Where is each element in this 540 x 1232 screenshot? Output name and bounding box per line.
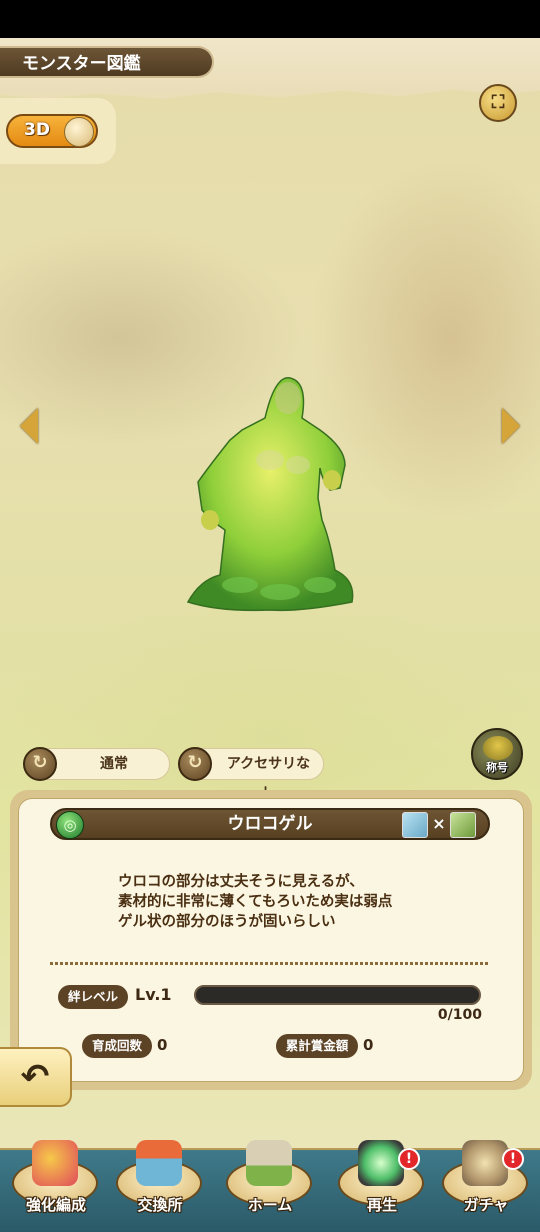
- nav-regenerate[interactable]: 再生 !: [336, 1140, 428, 1226]
- cycle-icon: ↻: [23, 747, 57, 781]
- combine-symbol: ×: [432, 814, 446, 833]
- nav-label: 強化編成: [25, 1196, 86, 1214]
- page-title: モンスター図鑑: [0, 46, 214, 78]
- back-arrow-icon: ↶: [20, 1057, 50, 1097]
- material-icon-1[interactable]: [402, 812, 428, 838]
- description-line: 素材的に非常に薄くてもろいため実は弱点: [118, 894, 393, 910]
- nav-label: ホーム: [247, 1196, 293, 1214]
- monster-name-bar: ◎ ウロコゲル ×: [50, 808, 490, 840]
- gacha-icon: [462, 1140, 508, 1186]
- nav-gacha[interactable]: ガチャ !: [440, 1140, 532, 1226]
- enhance-icon: [32, 1140, 78, 1186]
- shop-icon: [136, 1140, 182, 1186]
- cycle-icon: ↻: [178, 747, 212, 781]
- monster-model[interactable]: [180, 370, 360, 615]
- nav-home[interactable]: ホーム: [224, 1140, 316, 1226]
- prize-total-tag: 累計賞金額: [276, 1034, 358, 1058]
- 3d-toggle[interactable]: 3D: [6, 114, 98, 148]
- title-badge-label: 称号: [486, 761, 508, 774]
- nav-label: 交換所: [137, 1196, 183, 1214]
- bond-progress-bar: [194, 985, 481, 1005]
- 3d-toggle-label: 3D: [24, 120, 50, 140]
- bond-level-value: Lv.1: [135, 985, 172, 1004]
- title-badge-button[interactable]: 称号: [471, 728, 523, 780]
- raise-count-tag: 育成回数: [82, 1034, 152, 1058]
- expand-icon[interactable]: ⛶: [479, 84, 517, 122]
- description-line: ゲル状の部分のほうが固いらしい: [118, 914, 336, 930]
- raise-count-value: 0: [157, 1036, 168, 1054]
- back-button[interactable]: ↶: [0, 1047, 72, 1107]
- home-icon: [246, 1140, 292, 1186]
- monster-description: ウロコの部分は丈夫そうに見えるが、 素材的に非常に薄くてもろいため実は弱点 ゲル…: [118, 872, 458, 932]
- alert-badge: !: [502, 1148, 524, 1170]
- nav-label: ガチャ: [463, 1196, 509, 1214]
- prize-total-value: 0: [363, 1036, 374, 1054]
- form-label: 通常: [100, 756, 128, 772]
- next-arrow-icon[interactable]: [502, 408, 520, 444]
- nav-enhance[interactable]: 強化編成: [10, 1140, 102, 1226]
- material-icon-2[interactable]: [450, 812, 476, 838]
- divider: [50, 962, 490, 965]
- toggle-knob: [64, 117, 94, 147]
- alert-badge: !: [398, 1148, 420, 1170]
- prev-arrow-icon[interactable]: [20, 408, 38, 444]
- status-bar: [0, 0, 540, 38]
- description-line: ウロコの部分は丈夫そうに見えるが、: [118, 874, 364, 890]
- badge-monster-icon: [483, 736, 513, 760]
- nav-label: 再生: [366, 1196, 397, 1214]
- bond-level-tag: 絆レベル: [58, 985, 128, 1009]
- regenerate-icon: [358, 1140, 404, 1186]
- nav-exchange[interactable]: 交換所: [114, 1140, 206, 1226]
- form-selector[interactable]: ↻ 通常: [23, 747, 170, 781]
- bond-progress-text: 0/100: [437, 1007, 482, 1023]
- accessory-selector[interactable]: ↻ アクセサリなし: [178, 747, 324, 802]
